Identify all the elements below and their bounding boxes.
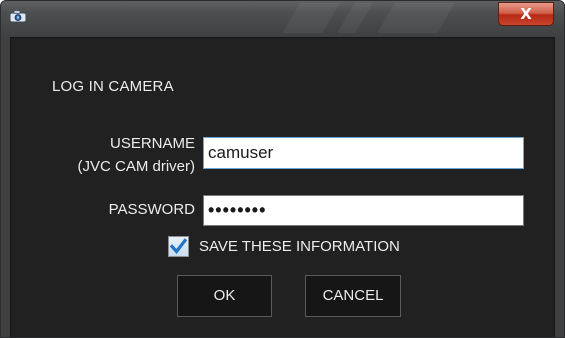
save-info-label[interactable]: SAVE THESE INFORMATION — [199, 237, 400, 257]
username-input[interactable]: camuser — [203, 137, 524, 169]
password-label: PASSWORD — [108, 201, 195, 218]
save-info-checkbox[interactable] — [168, 236, 189, 257]
dialog-heading: LOG IN CAMERA — [52, 78, 174, 95]
title-bar[interactable]: X — [1, 1, 564, 37]
username-label: USERNAME (JVC CAM driver) — [53, 132, 195, 178]
title-bar-gloss — [337, 3, 373, 33]
password-input[interactable]: •••••••• — [203, 195, 524, 226]
title-bar-gloss — [377, 3, 455, 33]
dialog-content: LOG IN CAMERA USERNAME (JVC CAM driver) … — [10, 37, 555, 337]
checkmark-icon — [169, 238, 188, 254]
camera-icon — [9, 10, 27, 23]
title-bar-gloss — [282, 3, 340, 33]
ok-button[interactable]: OK — [177, 275, 272, 317]
cancel-button[interactable]: CANCEL — [305, 275, 401, 317]
close-icon: X — [520, 5, 532, 23]
close-button[interactable]: X — [498, 2, 554, 26]
login-dialog-window: X LOG IN CAMERA USERNAME (JVC CAM driver… — [0, 0, 565, 338]
username-label-line1: USERNAME — [109, 135, 195, 152]
username-label-line2: (JVC CAM driver) — [77, 158, 195, 175]
